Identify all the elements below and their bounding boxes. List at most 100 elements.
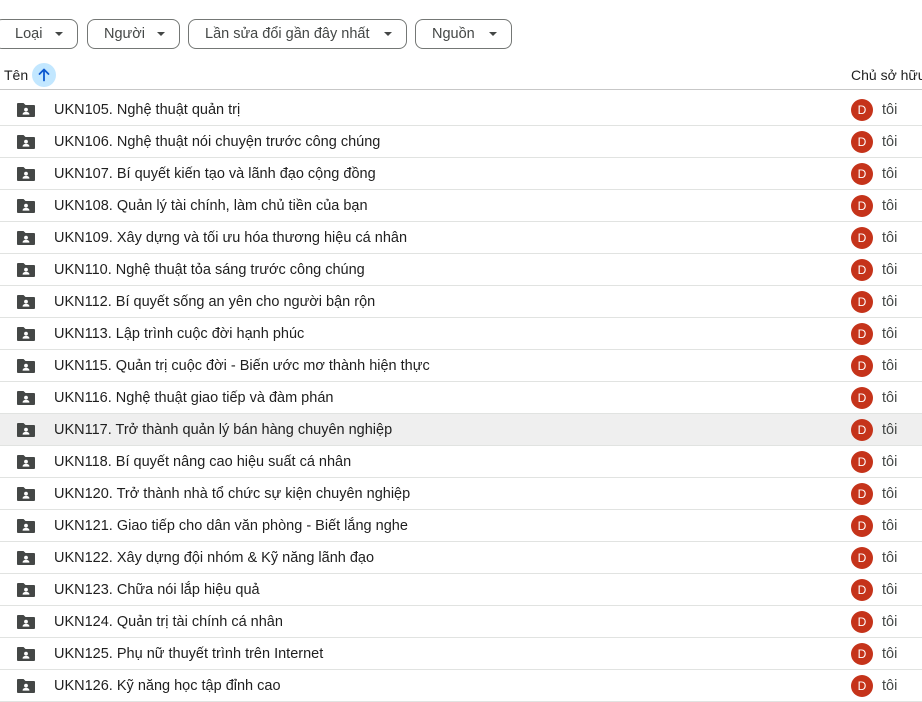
file-name: UKN116. Nghệ thuật giao tiếp và đàm phán xyxy=(54,390,334,406)
table-row[interactable]: UKN108. Quản lý tài chính, làm chủ tiền … xyxy=(0,190,922,222)
table-row[interactable]: UKN125. Phụ nữ thuyết trình trên Interne… xyxy=(0,638,922,670)
shared-folder-icon xyxy=(16,614,36,635)
owner-name: tôi xyxy=(882,134,898,150)
owner-name: tôi xyxy=(882,486,898,502)
owner-name: tôi xyxy=(882,646,898,662)
avatar: D xyxy=(851,419,873,441)
shared-folder-icon xyxy=(16,646,36,667)
owner-name: tôi xyxy=(882,294,898,310)
avatar: D xyxy=(851,643,873,665)
table-row[interactable]: UKN126. Kỹ năng học tập đỉnh cao Dtôi xyxy=(0,670,922,702)
file-name: UKN125. Phụ nữ thuyết trình trên Interne… xyxy=(54,646,324,662)
table-row[interactable]: UKN124. Quản trị tài chính cá nhân Dtôi xyxy=(0,606,922,638)
table-row[interactable]: UKN107. Bí quyết kiến tạo và lãnh đạo cộ… xyxy=(0,158,922,190)
table-row[interactable]: UKN110. Nghệ thuật tỏa sáng trước công c… xyxy=(0,254,922,286)
owner-name: tôi xyxy=(882,390,898,406)
file-name: UKN110. Nghệ thuật tỏa sáng trước công c… xyxy=(54,262,365,278)
avatar: D xyxy=(851,451,873,473)
table-row[interactable]: UKN105. Nghệ thuật quản trị Dtôi xyxy=(0,94,922,126)
column-owner-header[interactable]: Chủ sở hữu xyxy=(851,67,922,83)
shared-folder-icon xyxy=(16,486,36,507)
file-name: UKN126. Kỹ năng học tập đỉnh cao xyxy=(54,678,281,694)
table-row[interactable]: UKN123. Chữa nói lắp hiệu quả Dtôi xyxy=(0,574,922,606)
file-name: UKN115. Quản trị cuộc đời - Biến ước mơ … xyxy=(54,358,430,374)
caret-down-icon xyxy=(157,32,165,36)
owner-name: tôi xyxy=(882,358,898,374)
shared-folder-icon xyxy=(16,262,36,283)
shared-folder-icon xyxy=(16,422,36,443)
file-name: UKN107. Bí quyết kiến tạo và lãnh đạo cộ… xyxy=(54,166,376,182)
file-list: UKN105. Nghệ thuật quản trị Dtôi UKN106. N… xyxy=(0,94,922,702)
shared-folder-icon xyxy=(16,294,36,315)
shared-folder-icon xyxy=(16,134,36,155)
shared-folder-icon xyxy=(16,678,36,699)
table-row[interactable]: UKN109. Xây dựng và tối ưu hóa thương hi… xyxy=(0,222,922,254)
filter-people-button[interactable]: Người xyxy=(87,19,180,49)
file-name: UKN112. Bí quyết sống an yên cho người b… xyxy=(54,294,376,310)
file-name: UKN117. Trở thành quản lý bán hàng chuyê… xyxy=(54,422,393,438)
shared-folder-icon xyxy=(16,230,36,251)
avatar: D xyxy=(851,355,873,377)
table-row[interactable]: UKN113. Lập trình cuộc đời hạnh phúc Dtôi xyxy=(0,318,922,350)
shared-folder-icon xyxy=(16,390,36,411)
table-row[interactable]: UKN116. Nghệ thuật giao tiếp và đàm phán… xyxy=(0,382,922,414)
avatar: D xyxy=(851,579,873,601)
owner-name: tôi xyxy=(882,678,898,694)
shared-folder-icon xyxy=(16,326,36,347)
file-name: UKN120. Trở thành nhà tổ chức sự kiện ch… xyxy=(54,486,411,502)
owner-name: tôi xyxy=(882,454,898,470)
avatar: D xyxy=(851,163,873,185)
file-name: UKN118. Bí quyết nâng cao hiệu suất cá n… xyxy=(54,454,352,470)
table-row[interactable]: UKN118. Bí quyết nâng cao hiệu suất cá n… xyxy=(0,446,922,478)
avatar: D xyxy=(851,259,873,281)
filter-people-label: Người xyxy=(104,26,145,42)
avatar: D xyxy=(851,99,873,121)
column-name-header[interactable]: Tên xyxy=(4,67,28,83)
avatar: D xyxy=(851,675,873,697)
table-row[interactable]: UKN115. Quản trị cuộc đời - Biến ước mơ … xyxy=(0,350,922,382)
shared-folder-icon xyxy=(16,198,36,219)
shared-folder-icon xyxy=(16,166,36,187)
filter-type-button[interactable]: Loại xyxy=(0,19,78,49)
avatar: D xyxy=(851,387,873,409)
owner-name: tôi xyxy=(882,230,898,246)
list-header: Tên Chủ sở hữu xyxy=(0,60,922,90)
file-name: UKN122. Xây dựng đội nhóm & Kỹ năng lãnh… xyxy=(54,550,375,566)
file-name: UKN108. Quản lý tài chính, làm chủ tiền … xyxy=(54,198,368,214)
file-name: UKN113. Lập trình cuộc đời hạnh phúc xyxy=(54,326,305,342)
avatar: D xyxy=(851,611,873,633)
filter-source-button[interactable]: Nguồn xyxy=(415,19,512,49)
table-row[interactable]: UKN112. Bí quyết sống an yên cho người b… xyxy=(0,286,922,318)
shared-folder-icon xyxy=(16,550,36,571)
filter-modified-button[interactable]: Lần sửa đổi gần đây nhất xyxy=(188,19,407,49)
file-name: UKN124. Quản trị tài chính cá nhân xyxy=(54,614,283,630)
filter-type-label: Loại xyxy=(15,26,43,42)
file-name: UKN121. Giao tiếp cho dân văn phòng - Bi… xyxy=(54,518,408,534)
table-row[interactable]: UKN117. Trở thành quản lý bán hàng chuyê… xyxy=(0,414,922,446)
shared-folder-icon xyxy=(16,454,36,475)
caret-down-icon xyxy=(384,32,392,36)
avatar: D xyxy=(851,291,873,313)
table-row[interactable]: UKN120. Trở thành nhà tổ chức sự kiện ch… xyxy=(0,478,922,510)
owner-name: tôi xyxy=(882,198,898,214)
avatar: D xyxy=(851,195,873,217)
sort-direction-button[interactable] xyxy=(32,63,56,87)
owner-name: tôi xyxy=(882,422,898,438)
filter-modified-label: Lần sửa đổi gần đây nhất xyxy=(205,26,370,42)
shared-folder-icon xyxy=(16,582,36,603)
shared-folder-icon xyxy=(16,518,36,539)
shared-folder-icon xyxy=(16,358,36,379)
file-name: UKN106. Nghệ thuật nói chuyện trước công… xyxy=(54,134,381,150)
shared-folder-icon xyxy=(16,102,36,123)
owner-name: tôi xyxy=(882,550,898,566)
owner-name: tôi xyxy=(882,102,898,118)
arrow-up-icon xyxy=(38,68,50,82)
table-row[interactable]: UKN121. Giao tiếp cho dân văn phòng - Bi… xyxy=(0,510,922,542)
table-row[interactable]: UKN106. Nghệ thuật nói chuyện trước công… xyxy=(0,126,922,158)
avatar: D xyxy=(851,515,873,537)
avatar: D xyxy=(851,131,873,153)
avatar: D xyxy=(851,483,873,505)
table-row[interactable]: UKN122. Xây dựng đội nhóm & Kỹ năng lãnh… xyxy=(0,542,922,574)
owner-name: tôi xyxy=(882,326,898,342)
filter-source-label: Nguồn xyxy=(432,26,475,42)
